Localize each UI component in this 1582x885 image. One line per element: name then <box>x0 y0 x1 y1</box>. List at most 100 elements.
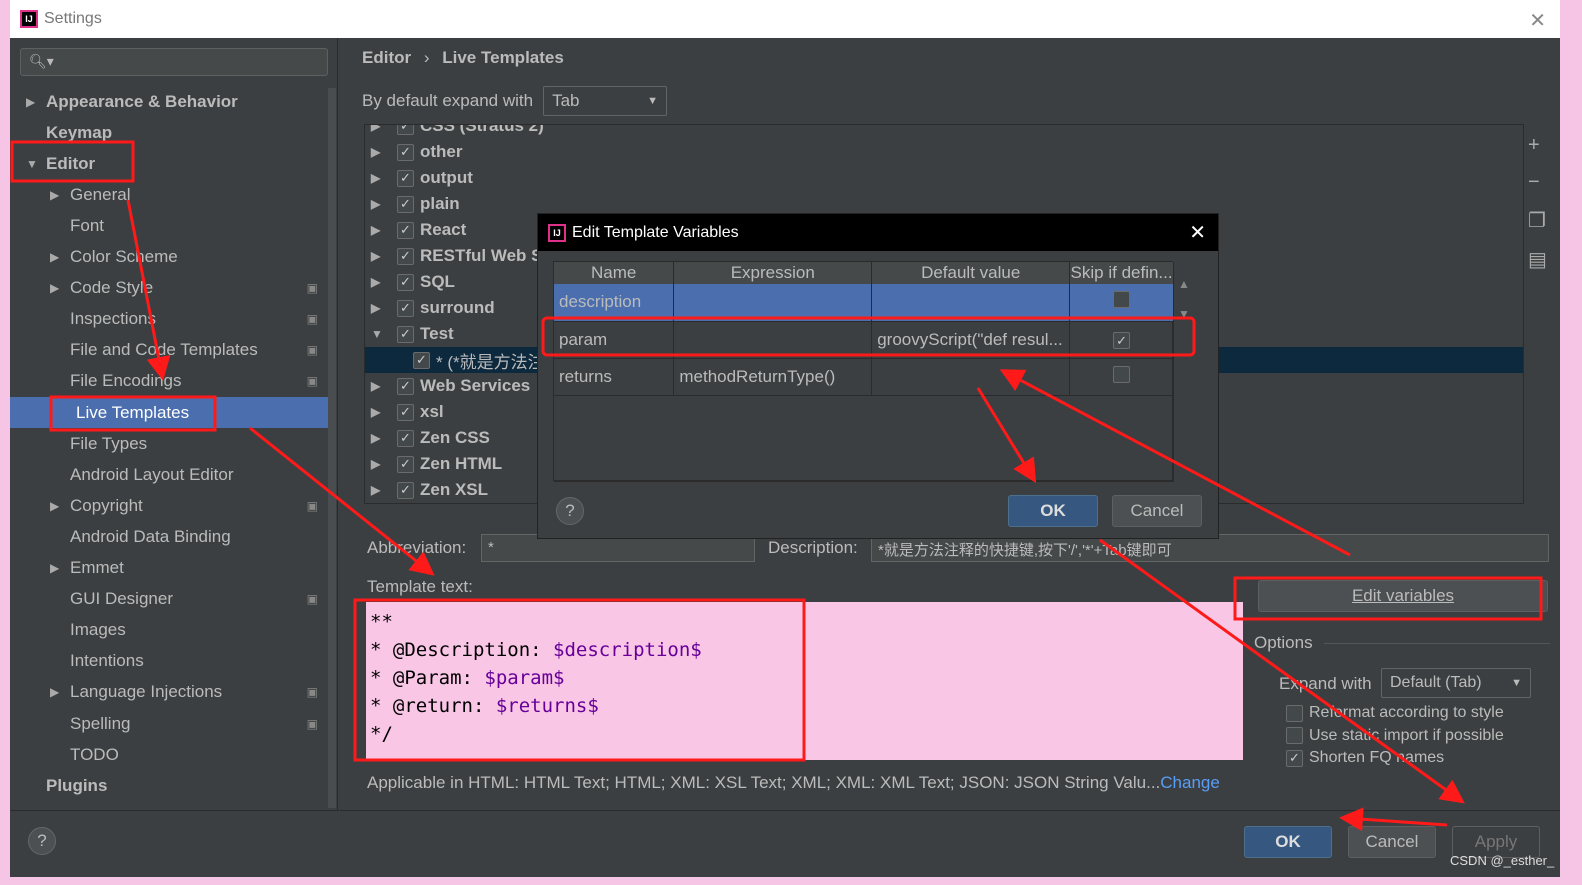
template-checkbox[interactable]: ✓ <box>397 195 414 213</box>
variable-name-cell[interactable]: returns <box>554 358 675 396</box>
variable-row[interactable]: description <box>554 284 1174 322</box>
template-group-row[interactable]: ▶ ✓ CSS (Stratus 2) <box>365 125 1523 139</box>
arrow-down-icon[interactable]: ▼ <box>1178 299 1190 329</box>
template-checkbox[interactable]: ✓ <box>397 125 414 135</box>
column-header-skip[interactable]: Skip if defin... <box>1069 262 1174 284</box>
arrow-up-icon[interactable]: ▲ <box>1178 269 1190 299</box>
sidebar-item-android-layout-editor[interactable]: Android Layout Editor <box>10 459 328 490</box>
sidebar-item-file-and-code-templates[interactable]: File and Code Templates ▣ <box>10 335 328 366</box>
restore-icon[interactable]: ▤ <box>1528 247 1547 272</box>
chevron-right-icon[interactable]: ▶ <box>371 275 397 289</box>
template-text-editor[interactable]: ** * @Description: $description$ * @Param:… <box>366 602 1243 760</box>
sidebar-item-plugins[interactable]: Plugins <box>10 770 328 801</box>
template-checkbox[interactable]: ✓ <box>397 221 414 239</box>
sidebar-scrollbar[interactable] <box>328 88 336 808</box>
skip-if-defined-checkbox[interactable] <box>1113 365 1131 383</box>
chevron-right-icon[interactable]: ▶ <box>50 499 64 513</box>
sidebar-item-code-style[interactable]: ▶ Code Style ▣ <box>10 273 328 304</box>
column-header-expression[interactable]: Expression <box>673 262 873 284</box>
chevron-right-icon[interactable]: ▶ <box>50 188 64 202</box>
sidebar-item-live-templates[interactable]: Live Templates <box>10 397 328 428</box>
sidebar-item-gui-designer[interactable]: GUI Designer ▣ <box>10 584 328 615</box>
sidebar-item-keymap[interactable]: Keymap <box>10 117 328 148</box>
settings-search-input[interactable]: 🔍︎▾ <box>20 48 328 76</box>
template-checkbox[interactable]: ✓ <box>397 481 414 499</box>
close-icon[interactable]: ✕ <box>1189 220 1206 245</box>
sidebar-item-todo[interactable]: TODO <box>10 739 328 770</box>
variable-expression-cell[interactable] <box>673 321 873 359</box>
chevron-down-icon[interactable]: ▼ <box>371 327 397 341</box>
sidebar-item-color-scheme[interactable]: ▶ Color Scheme <box>10 242 328 273</box>
chevron-right-icon[interactable]: ▶ <box>50 685 64 699</box>
variable-name-cell[interactable]: param <box>554 321 675 359</box>
variable-skip-cell[interactable]: ✓ <box>1069 321 1174 359</box>
variable-default-cell[interactable]: groovyScript("def resul... <box>871 321 1071 359</box>
sidebar-item-language-injections[interactable]: ▶ Language Injections ▣ <box>10 677 328 708</box>
skip-if-defined-checkbox[interactable]: ✓ <box>1113 332 1131 349</box>
chevron-right-icon[interactable]: ▶ <box>50 250 64 264</box>
sidebar-item-file-encodings[interactable]: File Encodings ▣ <box>10 366 328 397</box>
chevron-right-icon[interactable]: ▶ <box>371 249 397 263</box>
variable-name-cell[interactable]: description <box>554 284 675 322</box>
breadcrumb-editor[interactable]: Editor <box>362 48 411 67</box>
sidebar-item-emmet[interactable]: ▶ Emmet <box>10 553 328 584</box>
chevron-right-icon[interactable]: ▶ <box>371 301 397 315</box>
column-header-default-value[interactable]: Default value <box>871 262 1071 284</box>
option-2[interactable]: ✓ Shorten FQ names <box>1286 749 1444 767</box>
chevron-right-icon[interactable]: ▶ <box>371 457 397 471</box>
chevron-right-icon[interactable]: ▶ <box>371 405 397 419</box>
sidebar-item-copyright[interactable]: ▶ Copyright ▣ <box>10 490 328 521</box>
table-scroll-arrows[interactable]: ▲ ▼ <box>1178 269 1190 329</box>
cancel-button[interactable]: Cancel <box>1348 826 1436 858</box>
dialog-cancel-button[interactable]: Cancel <box>1112 495 1202 527</box>
remove-icon[interactable]: − <box>1528 171 1547 194</box>
template-checkbox[interactable]: ✓ <box>397 377 414 395</box>
sidebar-item-appearance-behavior[interactable]: ▶ Appearance & Behavior <box>10 86 328 117</box>
chevron-right-icon[interactable]: ▶ <box>371 223 397 237</box>
close-icon[interactable]: ✕ <box>1529 8 1546 33</box>
variable-row[interactable]: param groovyScript("def resul... ✓ <box>554 321 1174 359</box>
variable-row[interactable]: returns methodReturnType() <box>554 358 1174 396</box>
option-checkbox[interactable] <box>1286 727 1303 744</box>
sidebar-item-general[interactable]: ▶ General <box>10 179 328 210</box>
variable-expression-cell[interactable]: methodReturnType() <box>673 358 873 396</box>
chevron-right-icon[interactable]: ▶ <box>371 145 397 159</box>
template-checkbox[interactable]: ✓ <box>397 169 414 187</box>
template-checkbox[interactable]: ✓ <box>397 143 414 161</box>
template-checkbox[interactable]: ✓ <box>397 299 414 317</box>
variable-expression-cell[interactable] <box>673 284 873 322</box>
dialog-ok-button[interactable]: OK <box>1008 495 1098 527</box>
chevron-right-icon[interactable]: ▶ <box>26 95 40 109</box>
option-checkbox[interactable] <box>1286 704 1303 722</box>
option-1[interactable]: Use static import if possible <box>1286 727 1504 745</box>
variable-skip-cell[interactable] <box>1069 284 1174 322</box>
add-icon[interactable]: + <box>1528 134 1547 157</box>
template-checkbox[interactable]: ✓ <box>397 403 414 421</box>
edit-variables-button[interactable]: Edit variables <box>1258 580 1548 612</box>
option-checkbox[interactable]: ✓ <box>1286 749 1303 767</box>
sidebar-item-file-types[interactable]: File Types <box>10 428 328 459</box>
chevron-right-icon[interactable]: ▶ <box>50 281 64 295</box>
template-checkbox[interactable]: ✓ <box>397 325 414 343</box>
help-button[interactable]: ? <box>28 827 56 855</box>
template-group-row[interactable]: ▶ ✓ output <box>365 165 1523 191</box>
sidebar-item-spelling[interactable]: Spelling ▣ <box>10 708 328 739</box>
ok-button[interactable]: OK <box>1244 826 1332 858</box>
chevron-right-icon[interactable]: ▶ <box>371 379 397 393</box>
option-0[interactable]: Reformat according to style <box>1286 704 1504 722</box>
column-header-name[interactable]: Name <box>554 262 675 284</box>
change-context-link[interactable]: Change <box>1160 773 1220 792</box>
copy-icon[interactable]: ❐ <box>1528 208 1547 233</box>
dialog-help-button[interactable]: ? <box>556 497 584 525</box>
variable-skip-cell[interactable] <box>1069 358 1174 396</box>
sidebar-item-intentions[interactable]: Intentions <box>10 646 328 677</box>
template-checkbox[interactable]: ✓ <box>397 429 414 447</box>
sidebar-item-version-control[interactable]: ▶Version Control <box>10 801 328 810</box>
template-checkbox[interactable]: ✓ <box>397 455 414 473</box>
chevron-down-icon[interactable]: ▼ <box>26 157 40 171</box>
template-checkbox[interactable]: ✓ <box>397 247 414 265</box>
chevron-right-icon[interactable]: ▶ <box>371 171 397 185</box>
skip-if-defined-checkbox[interactable] <box>1113 291 1131 309</box>
chevron-right-icon[interactable]: ▶ <box>50 561 64 575</box>
chevron-right-icon[interactable]: ▶ <box>371 483 397 497</box>
